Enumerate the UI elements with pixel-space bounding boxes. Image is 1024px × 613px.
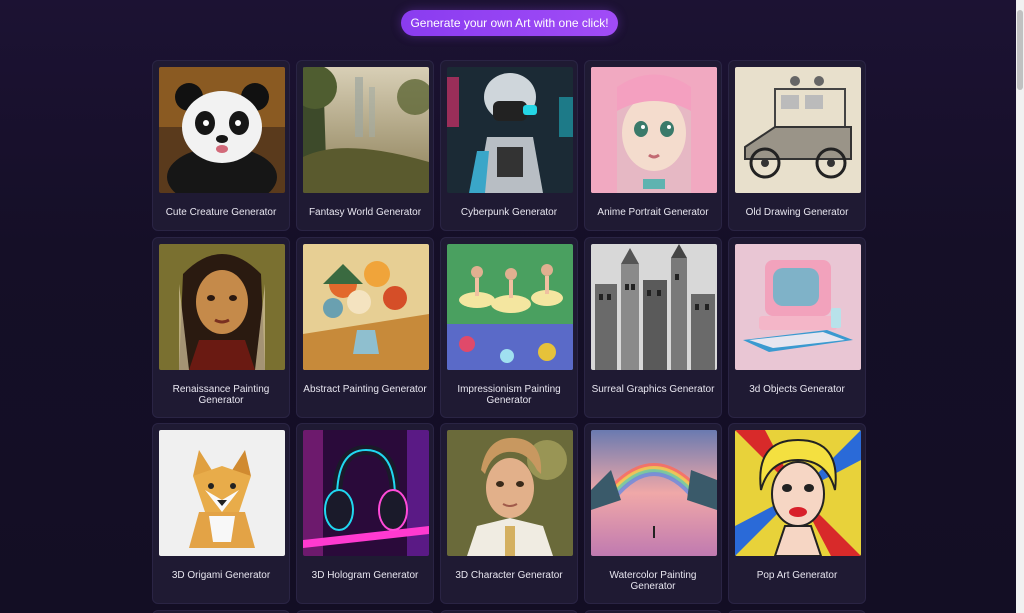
generator-card-abstract-painting[interactable]: Abstract Painting Generator bbox=[296, 237, 434, 418]
generator-label: Abstract Painting Generator bbox=[303, 384, 427, 395]
generator-card-anime-portrait[interactable]: Anime Portrait Generator bbox=[584, 60, 722, 231]
ballet-dancers-image bbox=[447, 244, 573, 370]
renaissance-thumbnail bbox=[159, 244, 285, 370]
neon-headphones-image bbox=[303, 430, 429, 556]
generator-label: 3D Origami Generator bbox=[171, 570, 271, 581]
3d-hologram-thumbnail bbox=[303, 430, 429, 556]
cyberpunk-thumbnail bbox=[447, 67, 573, 193]
generator-card-fantasy-world[interactable]: Fantasy World Generator bbox=[296, 60, 434, 231]
generator-card-3d-origami[interactable]: 3D Origami Generator bbox=[152, 423, 290, 604]
surreal-graphics-thumbnail bbox=[591, 244, 717, 370]
generator-card-3d-hologram[interactable]: 3D Hologram Generator bbox=[296, 423, 434, 604]
abstract-painting-thumbnail bbox=[303, 244, 429, 370]
impressionism-thumbnail bbox=[447, 244, 573, 370]
generator-card-surreal-graphics[interactable]: Surreal Graphics Generator bbox=[584, 237, 722, 418]
generator-card-3d-objects[interactable]: 3d Objects Generator bbox=[728, 237, 866, 418]
flower-vase-image bbox=[303, 244, 429, 370]
generator-label: Impressionism Painting Generator bbox=[457, 384, 561, 406]
generator-label: Renaissance Painting Generator bbox=[172, 384, 270, 406]
generator-card-3d-character[interactable]: 3D Character Generator bbox=[440, 423, 578, 604]
cyberpunk-robot-image bbox=[447, 67, 573, 193]
generator-card-renaissance[interactable]: Renaissance Painting Generator bbox=[152, 237, 290, 418]
anime-girl-image bbox=[591, 67, 717, 193]
pop-art-portrait-image bbox=[735, 430, 861, 556]
3d-character-thumbnail bbox=[447, 430, 573, 556]
generator-label: Old Drawing Generator bbox=[745, 207, 849, 218]
generator-label: Fantasy World Generator bbox=[308, 207, 422, 218]
3d-character-image bbox=[447, 430, 573, 556]
fantasy-landscape-image bbox=[303, 67, 429, 193]
cute-creature-thumbnail bbox=[159, 67, 285, 193]
generator-label: Surreal Graphics Generator bbox=[591, 384, 715, 395]
vintage-car-sketch-image bbox=[735, 67, 861, 193]
generator-label: Anime Portrait Generator bbox=[597, 207, 709, 218]
panda-image bbox=[159, 67, 285, 193]
old-drawing-thumbnail bbox=[735, 67, 861, 193]
pop-art-thumbnail bbox=[735, 430, 861, 556]
generator-label: 3d Objects Generator bbox=[749, 384, 845, 395]
watercolor-landscape-image bbox=[591, 430, 717, 556]
generator-label: Pop Art Generator bbox=[756, 570, 838, 581]
watercolor-thumbnail bbox=[591, 430, 717, 556]
generator-card-old-drawing[interactable]: Old Drawing Generator bbox=[728, 60, 866, 231]
3d-objects-thumbnail bbox=[735, 244, 861, 370]
generator-card-cyberpunk[interactable]: Cyberpunk Generator bbox=[440, 60, 578, 231]
3d-origami-thumbnail bbox=[159, 430, 285, 556]
retro-computer-image bbox=[735, 244, 861, 370]
origami-dog-image bbox=[159, 430, 285, 556]
generator-label: Cyberpunk Generator bbox=[460, 207, 558, 218]
generator-gallery-page: Generate your own Art with one click! Cu… bbox=[0, 0, 1024, 613]
generator-label: Watercolor Painting Generator bbox=[609, 570, 697, 592]
generator-label: Cute Creature Generator bbox=[165, 207, 277, 218]
generate-art-button[interactable]: Generate your own Art with one click! bbox=[401, 10, 618, 36]
scrollbar-thumb[interactable] bbox=[1017, 10, 1023, 90]
generator-card-pop-art[interactable]: Pop Art Generator bbox=[728, 423, 866, 604]
generator-label: 3D Character Generator bbox=[455, 570, 563, 581]
generator-card-impressionism[interactable]: Impressionism Painting Generator bbox=[440, 237, 578, 418]
fantasy-world-thumbnail bbox=[303, 67, 429, 193]
generator-card-watercolor[interactable]: Watercolor Painting Generator bbox=[584, 423, 722, 604]
renaissance-portrait-image bbox=[159, 244, 285, 370]
generator-card-cute-creature[interactable]: Cute Creature Generator bbox=[152, 60, 290, 231]
city-ink-drawing-image bbox=[591, 244, 717, 370]
generator-label: 3D Hologram Generator bbox=[311, 570, 419, 581]
page-scrollbar[interactable] bbox=[1016, 0, 1024, 613]
anime-portrait-thumbnail bbox=[591, 67, 717, 193]
